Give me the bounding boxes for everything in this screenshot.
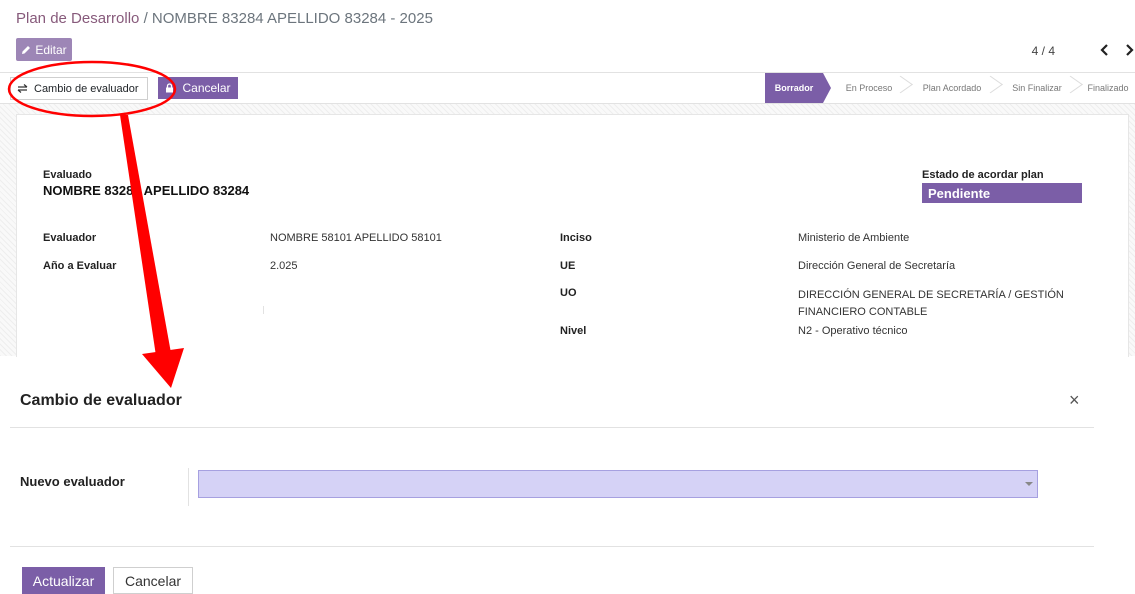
ue-value: Dirección General de Secretaría xyxy=(798,260,956,272)
edit-button[interactable]: Editar xyxy=(16,38,72,61)
modal-cancel-button[interactable]: Cancelar xyxy=(113,567,193,594)
stage-en-proceso[interactable]: En Proceso xyxy=(823,73,907,103)
stage-borrador[interactable]: Borrador xyxy=(765,73,831,103)
anio-label: Año a Evaluar xyxy=(43,260,117,272)
stage-sin-finalizar[interactable]: Sin Finalizar xyxy=(997,73,1077,103)
chevron-right-icon xyxy=(1126,43,1134,56)
change-evaluator-button[interactable]: Cambio de evaluador xyxy=(10,77,148,100)
new-evaluator-label: Nuevo evaluador xyxy=(20,474,125,489)
cancel-plan-label: Cancelar xyxy=(182,81,231,95)
pencil-icon xyxy=(22,45,31,54)
uo-label: UO xyxy=(560,287,577,299)
new-evaluator-select[interactable] xyxy=(198,470,1038,498)
exchange-icon xyxy=(17,84,28,93)
chevron-down-icon xyxy=(1025,482,1033,486)
statusbar: Cambio de evaluador Cancelar Borrador En… xyxy=(0,72,1135,104)
update-button[interactable]: Actualizar xyxy=(22,567,105,594)
inciso-label: Inciso xyxy=(560,232,592,244)
field-divider xyxy=(188,468,189,506)
anio-value: 2.025 xyxy=(270,260,298,272)
pager-next-button[interactable] xyxy=(1118,38,1135,61)
nivel-value: N2 - Operativo técnico xyxy=(798,325,908,337)
evaluado-label: Evaluado xyxy=(43,169,92,181)
ue-label: UE xyxy=(560,260,576,272)
breadcrumb-current: NOMBRE 83284 APELLIDO 83284 - 2025 xyxy=(151,10,433,27)
modal-header-divider xyxy=(10,427,1094,428)
cancel-plan-button[interactable]: Cancelar xyxy=(158,77,238,99)
stage-pipeline: Borrador En Proceso Plan Acordado Sin Fi… xyxy=(765,73,1135,103)
divider xyxy=(263,306,264,314)
stage-finalizado[interactable]: Finalizado xyxy=(1077,73,1135,103)
change-evaluator-label: Cambio de evaluador xyxy=(34,82,139,95)
modal-title: Cambio de evaluador xyxy=(20,392,182,409)
evaluado-value: NOMBRE 83284 APELLIDO 83284 xyxy=(43,183,250,198)
modal-footer-divider xyxy=(10,546,1094,547)
pager-previous-button[interactable] xyxy=(1094,38,1116,61)
breadcrumb-parent-link[interactable]: Plan de Desarrollo xyxy=(16,10,139,27)
nivel-label: Nivel xyxy=(560,325,587,337)
uo-value: DIRECCIÓN GENERAL DE SECRETARÍA / GESTIÓ… xyxy=(798,289,1064,318)
inciso-value: Ministerio de Ambiente xyxy=(798,232,910,244)
edit-button-label: Editar xyxy=(35,42,67,57)
pager-counter[interactable]: 4 / 4 xyxy=(1032,44,1055,58)
evaluador-label: Evaluador xyxy=(43,232,97,244)
chevron-left-icon xyxy=(1100,43,1108,56)
stage-plan-acordado[interactable]: Plan Acordado xyxy=(907,73,997,103)
lock-icon xyxy=(166,83,174,93)
status-badge: Pendiente xyxy=(922,183,1082,203)
breadcrumb-separator: / xyxy=(139,10,152,27)
breadcrumb: Plan de Desarrollo / NOMBRE 83284 APELLI… xyxy=(16,10,433,27)
estado-label: Estado de acordar plan xyxy=(922,169,1044,181)
close-icon[interactable]: × xyxy=(1069,390,1080,411)
evaluador-value[interactable]: NOMBRE 58101 APELLIDO 58101 xyxy=(270,232,442,244)
